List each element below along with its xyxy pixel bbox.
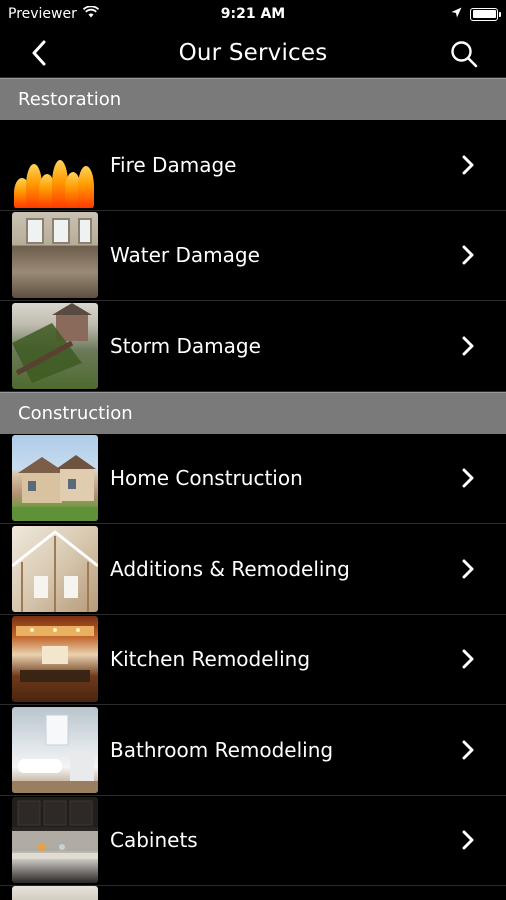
list-item-additions-remodeling[interactable]: Additions & Remodeling bbox=[0, 524, 506, 615]
list-item-partial[interactable] bbox=[0, 886, 506, 900]
water-damage-thumbnail bbox=[12, 212, 98, 299]
search-button[interactable] bbox=[448, 38, 480, 70]
list-item-label: Cabinets bbox=[110, 828, 198, 853]
services-list: Restoration Fire Damage Water Damage Sto… bbox=[0, 78, 506, 900]
list-item-label: Water Damage bbox=[110, 243, 260, 268]
chevron-right-icon bbox=[448, 830, 488, 850]
page-title: Our Services bbox=[178, 39, 328, 66]
section-header-construction: Construction bbox=[0, 391, 506, 434]
list-item-label: Bathroom Remodeling bbox=[110, 737, 334, 762]
storm-damage-thumbnail bbox=[12, 302, 98, 389]
chevron-right-icon bbox=[448, 649, 488, 669]
home-construction-thumbnail bbox=[12, 435, 98, 522]
section-title: Restoration bbox=[18, 89, 122, 110]
chevron-left-icon bbox=[32, 40, 46, 66]
fire-damage-thumbnail bbox=[12, 121, 98, 208]
wifi-icon bbox=[82, 5, 99, 22]
chevron-right-icon bbox=[448, 245, 488, 265]
search-icon bbox=[451, 41, 478, 68]
list-item-cabinets[interactable]: Cabinets bbox=[0, 796, 506, 886]
list-item-kitchen-remodeling[interactable]: Kitchen Remodeling bbox=[0, 615, 506, 705]
additions-remodeling-thumbnail bbox=[12, 525, 98, 612]
status-bar: Previewer 9:21 AM bbox=[0, 0, 506, 28]
back-button[interactable] bbox=[24, 38, 54, 68]
list-item-label: Additions & Remodeling bbox=[110, 556, 350, 581]
list-item-storm-damage[interactable]: Storm Damage bbox=[0, 301, 506, 392]
battery-icon bbox=[470, 7, 501, 21]
chevron-right-icon bbox=[448, 468, 488, 488]
chevron-right-icon bbox=[448, 559, 488, 579]
chevron-right-icon bbox=[448, 336, 488, 356]
kitchen-remodeling-thumbnail bbox=[12, 616, 98, 703]
location-arrow-icon bbox=[451, 6, 462, 22]
list-item-bathroom-remodeling[interactable]: Bathroom Remodeling bbox=[0, 705, 506, 796]
bathroom-remodeling-thumbnail bbox=[12, 706, 98, 793]
section-title: Construction bbox=[18, 402, 133, 424]
partial-thumbnail bbox=[12, 886, 98, 900]
list-item-home-construction[interactable]: Home Construction bbox=[0, 434, 506, 524]
chevron-right-icon bbox=[448, 155, 488, 175]
carrier-label: Previewer bbox=[8, 6, 77, 22]
list-item-label: Home Construction bbox=[110, 466, 303, 491]
chevron-right-icon bbox=[448, 740, 488, 760]
list-item-fire-damage[interactable]: Fire Damage bbox=[0, 120, 506, 211]
section-header-restoration: Restoration bbox=[0, 78, 506, 120]
cabinets-thumbnail bbox=[12, 797, 98, 884]
list-item-label: Storm Damage bbox=[110, 333, 261, 358]
navigation-bar: Our Services bbox=[0, 28, 506, 78]
list-item-water-damage[interactable]: Water Damage bbox=[0, 211, 506, 301]
list-item-label: Kitchen Remodeling bbox=[110, 647, 311, 672]
list-item-label: Fire Damage bbox=[110, 152, 237, 177]
